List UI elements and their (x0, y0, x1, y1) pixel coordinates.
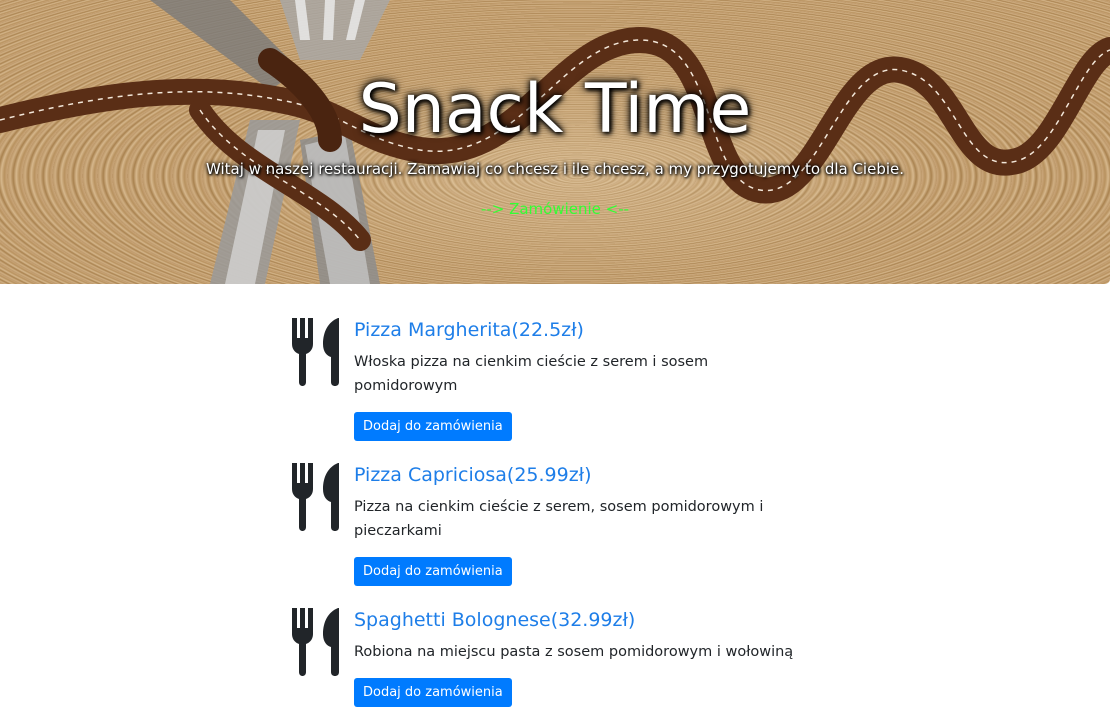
order-link[interactable]: --> Zamówienie <-- (0, 200, 1110, 218)
add-to-order-button[interactable]: Dodaj do zamówienia (354, 678, 512, 707)
utensils-icon (292, 608, 339, 676)
menu-list: Pizza Margherita(22.5zł) Włoska pizza na… (288, 312, 828, 723)
utensils-icon (292, 463, 339, 531)
menu-item-title: Pizza Margherita(22.5zł) (354, 319, 584, 341)
menu-item-title: Pizza Capriciosa(25.99zł) (354, 464, 592, 486)
menu-item: Pizza Capriciosa(25.99zł) Pizza na cienk… (288, 457, 828, 602)
menu-item-body: Pizza Capriciosa(25.99zł) Pizza na cienk… (354, 457, 814, 602)
page-title: Snack Time (358, 70, 752, 149)
add-to-order-button[interactable]: Dodaj do zamówienia (354, 557, 512, 586)
hero-banner: Snack Time Witaj w naszej restauracji. Z… (0, 0, 1110, 284)
menu-item-title: Spaghetti Bolognese(32.99zł) (354, 609, 636, 631)
utensils-icon (292, 318, 339, 386)
add-to-order-button[interactable]: Dodaj do zamówienia (354, 412, 512, 441)
welcome-text: Witaj w naszej restauracji. Zamawiaj co … (205, 160, 905, 178)
menu-item-description: Włoska pizza na cienkim cieście z serem … (354, 354, 709, 394)
menu-item-body: Pizza Margherita(22.5zł) Włoska pizza na… (354, 312, 814, 457)
menu-item-description: Pizza na cienkim cieście z serem, sosem … (354, 499, 764, 539)
menu-item-body: Spaghetti Bolognese(32.99zł) Robiona na … (354, 602, 814, 723)
menu-item: Spaghetti Bolognese(32.99zł) Robiona na … (288, 602, 828, 723)
menu-item: Pizza Margherita(22.5zł) Włoska pizza na… (288, 312, 828, 457)
